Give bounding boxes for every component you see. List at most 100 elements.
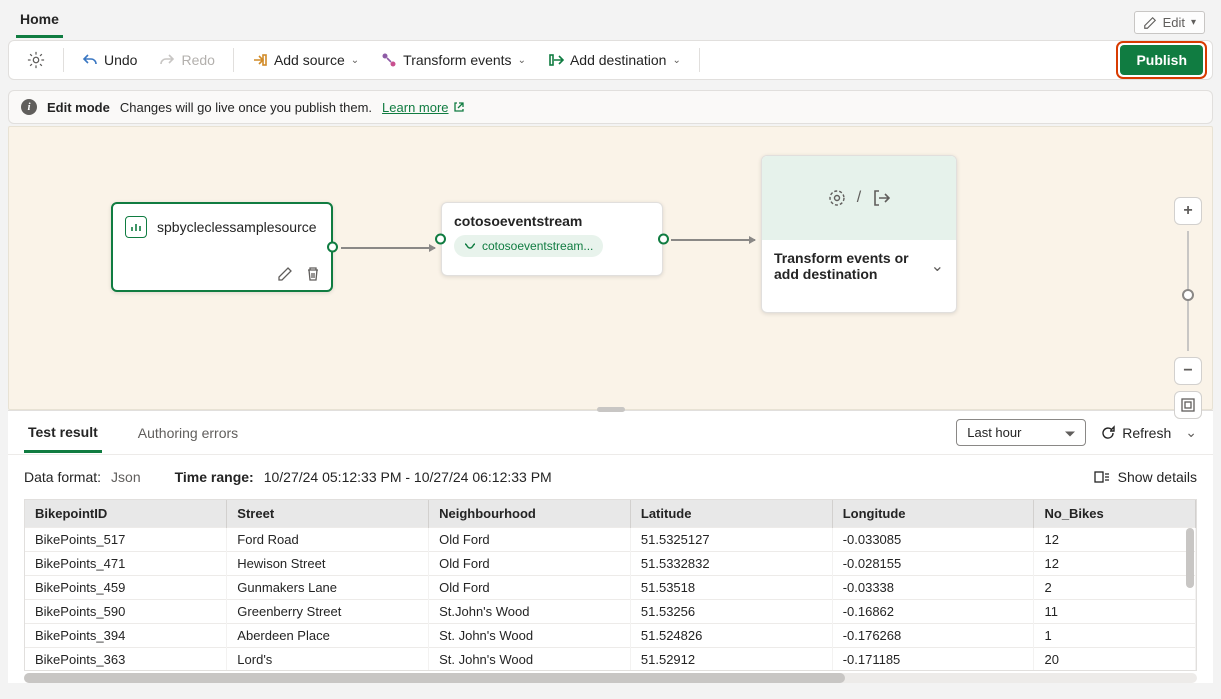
input-port[interactable] [435,234,446,245]
destination-placeholder-node[interactable]: / Transform events or add destination ⌄ [761,155,957,313]
exit-icon [871,188,891,208]
column-header[interactable]: Latitude [630,500,832,528]
table-cell: 51.5325127 [630,528,832,552]
external-link-icon [453,101,465,113]
chevron-down-icon[interactable]: ⌄ [931,256,944,276]
table-cell: BikePoints_394 [25,624,227,648]
refresh-button[interactable]: Refresh [1100,425,1171,441]
source-node[interactable]: spbycleclessamplesource [111,202,333,292]
results-table: BikepointIDStreetNeighbourhoodLatitudeLo… [24,499,1197,671]
redo-label: Redo [181,52,214,68]
zoom-in-button[interactable]: + [1174,197,1202,225]
table-cell: Old Ford [429,528,631,552]
settings-button[interactable] [17,46,55,74]
details-icon [1094,469,1110,485]
table-cell: St.John's Wood [429,600,631,624]
time-range-value: 10/27/24 05:12:33 PM - 10/27/24 06:12:33… [264,469,552,485]
info-icon: i [21,99,37,115]
tab-test-result[interactable]: Test result [24,414,102,453]
publish-button[interactable]: Publish [1120,45,1203,75]
undo-button[interactable]: Undo [72,47,147,73]
table-cell: Gunmakers Lane [227,576,429,600]
learn-more-link[interactable]: Learn more [382,100,464,115]
table-cell: Old Ford [429,552,631,576]
learn-more-label: Learn more [382,100,448,115]
stream-node[interactable]: cotosoeventstream cotosoeventstream... [441,202,663,276]
trash-icon[interactable] [305,266,321,282]
banner-message: Changes will go live once you publish th… [120,100,372,115]
table-cell: 20 [1034,648,1196,672]
table-cell: 12 [1034,528,1196,552]
table-cell: Ford Road [227,528,429,552]
table-cell: Old Ford [429,576,631,600]
table-cell: -0.028155 [832,552,1034,576]
gear-icon [27,51,45,69]
zoom-slider[interactable] [1187,231,1189,351]
table-cell: BikePoints_459 [25,576,227,600]
table-cell: 51.53256 [630,600,832,624]
show-details-label: Show details [1118,469,1197,485]
transform-label: Transform events [403,52,511,68]
add-source-label: Add source [274,52,345,68]
table-cell: 51.52912 [630,648,832,672]
stream-chip[interactable]: cotosoeventstream... [454,235,603,257]
zoom-out-button[interactable]: − [1174,357,1202,385]
edit-mode-button[interactable]: Edit ▾ [1134,11,1205,34]
destination-icon [548,52,564,68]
table-cell: St. John's Wood [429,624,631,648]
table-cell: Hewison Street [227,552,429,576]
output-port[interactable] [327,242,338,253]
flow-canvas[interactable]: spbycleclessamplesource cotosoeventstrea… [8,126,1213,410]
time-filter-dropdown[interactable]: Last hour [956,419,1086,446]
table-row[interactable]: BikePoints_394Aberdeen PlaceSt. John's W… [25,624,1196,648]
column-header[interactable]: No_Bikes [1034,500,1196,528]
table-row[interactable]: BikePoints_590Greenberry StreetSt.John's… [25,600,1196,624]
table-row[interactable]: BikePoints_459Gunmakers LaneOld Ford51.5… [25,576,1196,600]
column-header[interactable]: Neighbourhood [429,500,631,528]
panel-resize-handle[interactable] [597,407,625,412]
table-cell: Lord's [227,648,429,672]
table-cell: BikePoints_363 [25,648,227,672]
transform-events-button[interactable]: Transform events ⌄ [371,47,536,73]
pencil-icon[interactable] [277,266,293,282]
data-format-label: Data format: [24,469,101,485]
table-row[interactable]: BikePoints_471Hewison StreetOld Ford51.5… [25,552,1196,576]
column-header[interactable]: Street [227,500,429,528]
table-cell: 51.53518 [630,576,832,600]
edit-mode-label: Edit [1163,15,1185,30]
add-destination-label: Add destination [570,52,667,68]
collapse-panel-button[interactable]: ⌄ [1185,424,1197,441]
redo-button[interactable]: Redo [149,47,224,73]
banner-title: Edit mode [47,100,110,115]
source-node-label: spbycleclessamplesource [157,219,317,235]
table-row[interactable]: BikePoints_517Ford RoadOld Ford51.532512… [25,528,1196,552]
output-port[interactable] [658,234,669,245]
horizontal-scrollbar[interactable] [24,673,1197,683]
add-source-button[interactable]: Add source ⌄ [242,47,369,73]
table-cell: 51.5332832 [630,552,832,576]
tab-authoring-errors[interactable]: Authoring errors [134,415,242,451]
chevron-down-icon: ⌄ [672,55,680,66]
tab-home[interactable]: Home [16,5,63,38]
add-destination-button[interactable]: Add destination ⌄ [538,47,691,73]
transform-icon [381,52,397,68]
column-header[interactable]: BikepointID [25,500,227,528]
table-cell: Greenberry Street [227,600,429,624]
table-cell: 2 [1034,576,1196,600]
table-row[interactable]: BikePoints_363Lord'sSt. John's Wood51.52… [25,648,1196,672]
flow-icon [464,240,476,252]
chevron-down-icon: ⌄ [351,55,359,66]
table-cell: BikePoints_517 [25,528,227,552]
chevron-down-icon: ▾ [1191,17,1196,28]
table-cell: BikePoints_590 [25,600,227,624]
table-cell: Aberdeen Place [227,624,429,648]
fit-to-screen-button[interactable] [1174,391,1202,419]
table-cell: -0.171185 [832,648,1034,672]
show-details-button[interactable]: Show details [1094,469,1197,485]
vertical-scrollbar[interactable] [1186,528,1194,588]
column-header[interactable]: Longitude [832,500,1034,528]
undo-label: Undo [104,52,137,68]
destination-placeholder-label: Transform events or add destination [774,250,914,282]
stream-chip-label: cotosoeventstream... [482,239,593,253]
gear-cycle-icon [827,188,847,208]
